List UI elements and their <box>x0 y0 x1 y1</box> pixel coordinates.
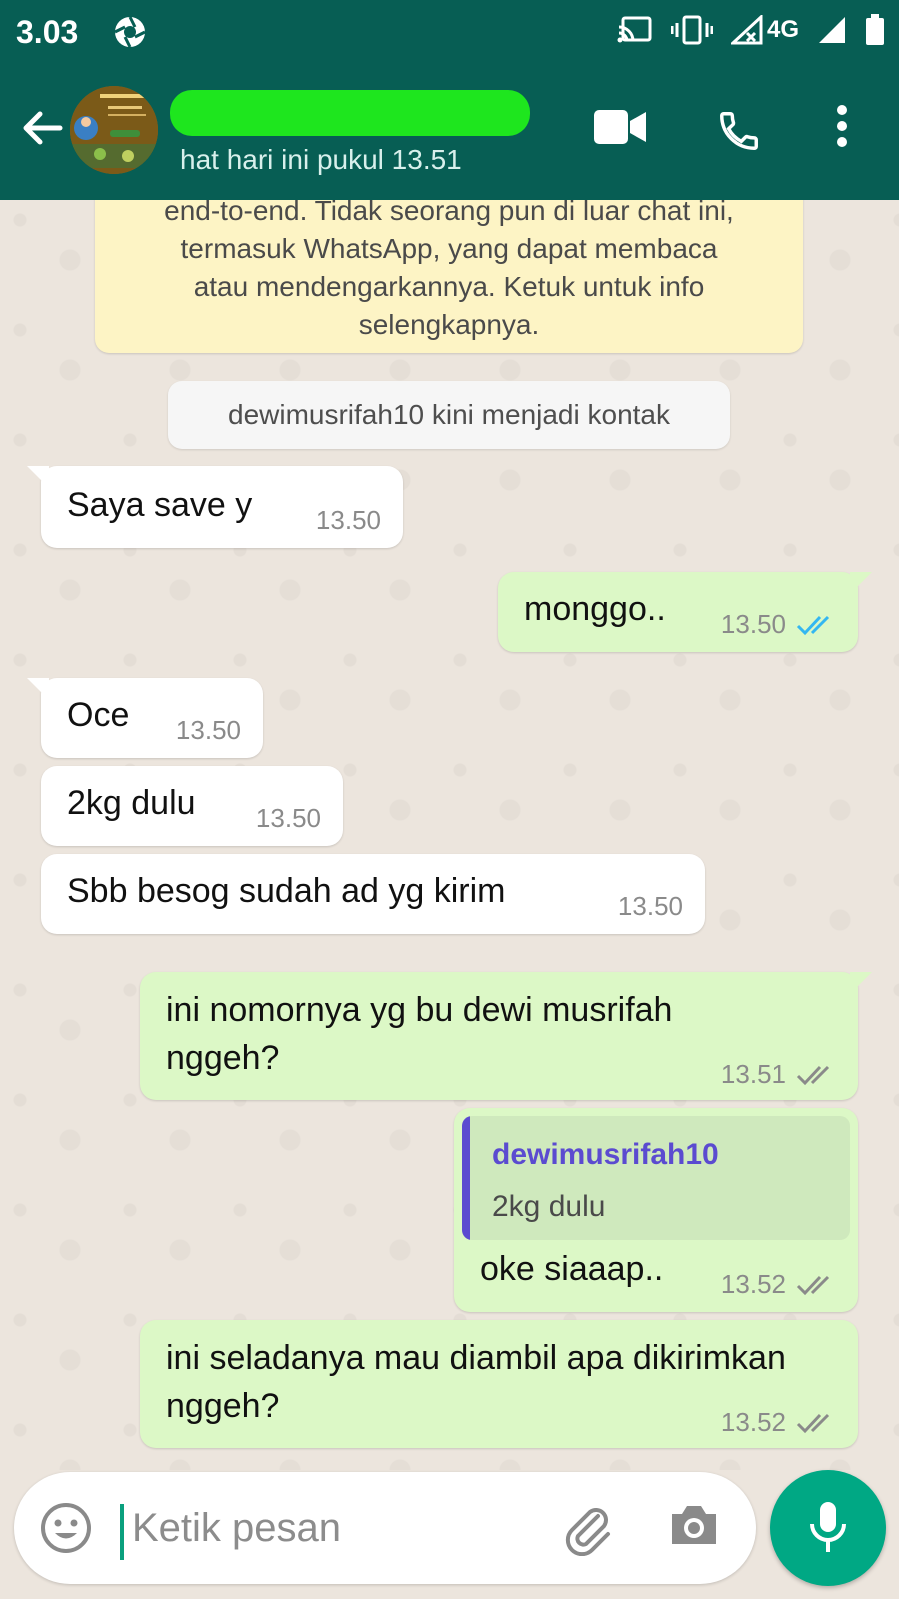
clock: 3.03 <box>16 14 79 50</box>
message-text: Oce <box>67 696 130 734</box>
status-icons: 4G <box>617 14 885 46</box>
more-options-icon[interactable] <box>836 104 848 148</box>
message-time: 13.50 <box>618 891 683 922</box>
voice-message-button[interactable] <box>770 1470 886 1586</box>
system-message: dewimusrifah10 kini menjadi kontak <box>168 381 730 449</box>
read-ticks-icon <box>796 615 830 635</box>
cellular-signal: 4G <box>730 15 799 45</box>
message-meta: 13.50 <box>721 609 836 640</box>
time-label: 13.50 <box>720 609 786 639</box>
delivered-ticks-icon <box>796 1413 830 1433</box>
signal-icon <box>819 17 845 43</box>
contact-name-redacted[interactable] <box>170 90 530 136</box>
message-text: monggo.. <box>524 590 666 628</box>
time-label: 13.50 <box>175 715 241 745</box>
last-seen-status: hat hari ini pukul 13.51 <box>180 144 462 175</box>
vibrate-icon <box>670 15 713 45</box>
outgoing-reply-message[interactable]: dewimusrifah10 2kg dulu oke siaaap.. 13.… <box>454 1108 858 1312</box>
message-time: 13.50 <box>256 803 321 834</box>
quoted-author: dewimusrifah10 <box>492 1138 719 1171</box>
outgoing-message[interactable]: ini seladanya mau diambil apa dikirimkan… <box>140 1320 858 1448</box>
network-type: 4G <box>766 16 799 43</box>
quote-bar <box>462 1116 470 1240</box>
outgoing-message[interactable]: ini nomornya yg bu dewi musrifah nggeh? … <box>140 972 872 1100</box>
message-text: ini seladanya mau diambil apa dikirimkan… <box>166 1339 786 1425</box>
message-text: ini nomornya yg bu dewi musrifah nggeh? <box>166 991 673 1077</box>
attach-icon[interactable] <box>558 1500 614 1556</box>
encryption-notice[interactable]: end-to-end. Tidak seorang pun di luar ch… <box>95 200 803 353</box>
message-input[interactable] <box>132 1498 532 1558</box>
message-text: oke siaaap.. <box>480 1250 664 1288</box>
notice-line: termasuk WhatsApp, yang dapat membaca <box>180 233 718 264</box>
message-meta: 13.52 <box>721 1407 836 1438</box>
time-label: 13.52 <box>720 1407 786 1437</box>
message-meta: 13.51 <box>721 1059 836 1090</box>
notice-line: selengkapnya. <box>358 309 540 340</box>
message-text: 2kg dulu <box>67 784 196 822</box>
chat-messages-area[interactable]: end-to-end. Tidak seorang pun di luar ch… <box>0 200 899 1470</box>
status-bar: 3.03 4G <box>0 0 899 64</box>
message-text: Saya save y <box>67 486 253 524</box>
incoming-message[interactable]: Saya save y 13.50 <box>27 466 403 548</box>
incoming-message[interactable]: 2kg dulu 13.50 <box>41 766 343 846</box>
message-meta: 13.52 <box>721 1269 836 1300</box>
time-label: 13.52 <box>720 1269 786 1299</box>
camera-aperture-icon <box>114 16 146 48</box>
bubble-tail <box>27 466 49 488</box>
video-call-icon[interactable] <box>594 110 646 144</box>
bubble-tail <box>850 572 872 594</box>
outgoing-message[interactable]: monggo.. 13.50 <box>498 572 872 652</box>
signal-no-service-icon <box>730 15 763 45</box>
incoming-message[interactable]: Oce 13.50 <box>27 678 263 758</box>
delivered-ticks-icon <box>796 1065 830 1085</box>
time-label: 13.50 <box>255 803 321 833</box>
bubble-tail <box>27 678 49 700</box>
message-time: 13.50 <box>316 505 381 536</box>
notice-line: end-to-end. Tidak seorang pun di luar ch… <box>164 200 734 226</box>
quoted-message[interactable]: dewimusrifah10 2kg dulu <box>462 1116 850 1240</box>
delivered-ticks-icon <box>796 1275 830 1295</box>
time-label: 13.51 <box>720 1059 786 1089</box>
quoted-text: 2kg dulu <box>492 1190 606 1223</box>
message-composer <box>14 1472 756 1584</box>
incoming-message[interactable]: Sbb besog sudah ad yg kirim 13.50 <box>41 854 705 934</box>
battery-icon <box>866 14 884 45</box>
time-label: 13.50 <box>315 505 381 535</box>
message-time: 13.50 <box>176 715 241 746</box>
contact-avatar[interactable] <box>70 86 158 174</box>
cast-icon <box>617 16 652 43</box>
chat-header: hat hari ini pukul 13.51 <box>0 64 899 200</box>
notice-line: atau mendengarkannya. Ketuk untuk info <box>193 271 705 302</box>
camera-icon[interactable] <box>668 1502 720 1548</box>
bubble-tail <box>850 972 872 994</box>
message-text: Sbb besog sudah ad yg kirim <box>67 872 506 910</box>
emoji-icon[interactable] <box>40 1502 92 1554</box>
time-label: 13.50 <box>617 891 683 921</box>
avatar-image <box>70 86 158 174</box>
microphone-icon <box>810 1502 846 1552</box>
voice-call-icon[interactable] <box>716 108 762 154</box>
back-arrow-icon[interactable] <box>20 106 64 150</box>
text-cursor <box>120 1504 124 1560</box>
